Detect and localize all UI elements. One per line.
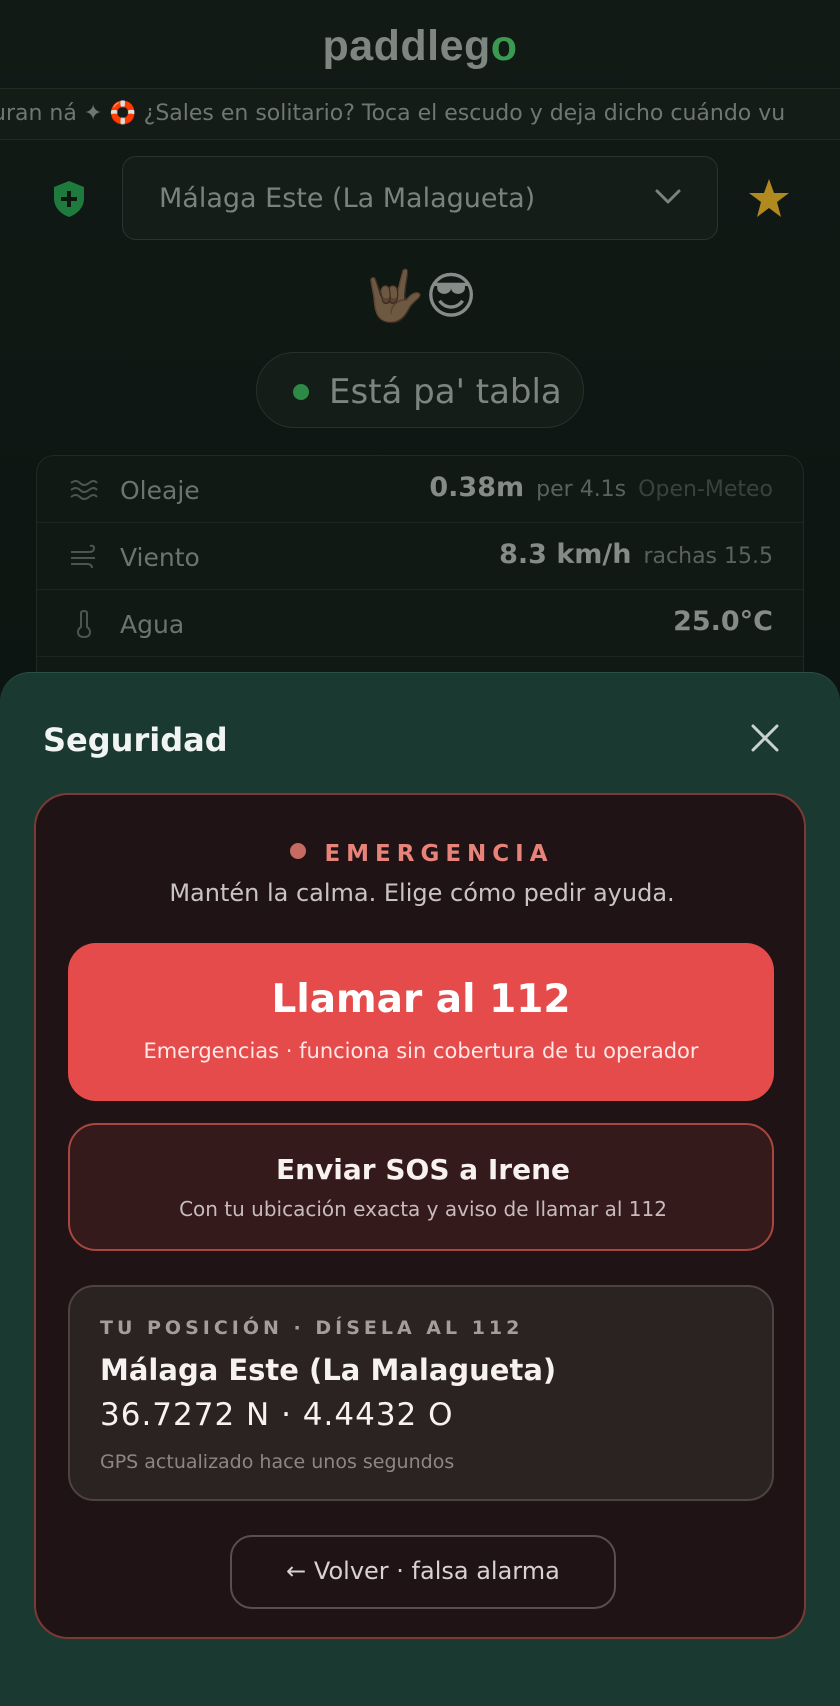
close-icon[interactable] [748,721,782,755]
position-coords: 36.7272 N · 4.4432 O [100,1397,454,1433]
spot-select-value: Málaga Este (La Malagueta) [159,183,536,214]
status-dot [293,384,309,400]
conditions-panel: Oleaje 0.38m per 4.1s Open-Meteo Viento 8.… [36,455,804,695]
metric-row-waves: Oleaje 0.38m per 4.1s Open-Meteo [37,456,803,523]
emergency-heading-text: EMERGENCIA [324,841,554,867]
logo-text: paddleg [322,22,491,70]
gps-status: GPS actualizado hace unos segundos [100,1451,455,1473]
call-112-button[interactable]: Llamar al 112 Emergencias · funciona sin… [68,943,774,1101]
false-alarm-label: ← Volver · falsa alarma [286,1557,560,1585]
metric-value: 25.0°C [673,606,773,637]
position-card: TU POSICIÓN · DÍSELA AL 112 Málaga Este … [68,1285,774,1501]
chevron-down-icon [655,189,681,204]
metric-detail: per 4.1s [536,477,627,502]
safety-sheet: Seguridad EMERGENCIA Mantén la calma. El… [0,672,840,1706]
metric-detail: rachas 15.5 [643,544,774,569]
thermometer-icon [76,610,92,638]
call-112-title: Llamar al 112 [271,977,571,1022]
false-alarm-button[interactable]: ← Volver · falsa alarma [230,1535,616,1609]
emergency-card: EMERGENCIA Mantén la calma. Elige cómo p… [34,793,806,1639]
metric-value: 0.38m [429,472,525,503]
vibe-emojis: 🤟🏽😎 [362,267,478,325]
sheet-title: Seguridad [43,721,228,759]
send-sos-subtitle: Con tu ubicación exacta y aviso de llama… [179,1197,667,1221]
metric-label: Agua [120,610,185,639]
emergency-heading: EMERGENCIA [36,841,808,867]
metric-label: Oleaje [120,476,200,505]
metric-label: Viento [120,543,200,572]
status-badge: Está pa' tabla [256,352,584,428]
wind-icon [71,544,96,569]
emergency-subtitle: Mantén la calma. Elige cómo pedir ayuda. [169,879,675,907]
send-sos-title: Enviar SOS a Irene [275,1153,571,1186]
announcement-ticker: uran ná ✦ 🛟 ¿Sales en solitario? Toca el… [0,88,840,140]
call-112-subtitle: Emergencias · funciona sin cobertura de … [143,1039,699,1063]
logo-accent: o [490,22,518,70]
waves-icon [70,480,98,500]
metric-value: 8.3 km/h [499,539,632,570]
metric-source: Open-Meteo [638,477,773,502]
status-text: Está pa' tabla [329,372,562,412]
app-logo: paddlego [0,22,840,71]
star-icon[interactable] [748,178,790,218]
position-name: Málaga Este (La Malagueta) [100,1353,557,1387]
metric-row-wind: Viento 8.3 km/h rachas 15.5 [37,523,803,590]
metric-row-water: Agua 25.0°C [37,590,803,657]
position-label: TU POSICIÓN · DÍSELA AL 112 [100,1317,524,1339]
shield-icon[interactable] [52,180,86,218]
send-sos-button[interactable]: Enviar SOS a Irene Con tu ubicación exac… [68,1123,774,1251]
alert-dot-icon [290,843,307,859]
ticker-text: uran ná ✦ 🛟 ¿Sales en solitario? Toca el… [0,101,786,126]
spot-select[interactable]: Málaga Este (La Malagueta) [122,156,718,240]
